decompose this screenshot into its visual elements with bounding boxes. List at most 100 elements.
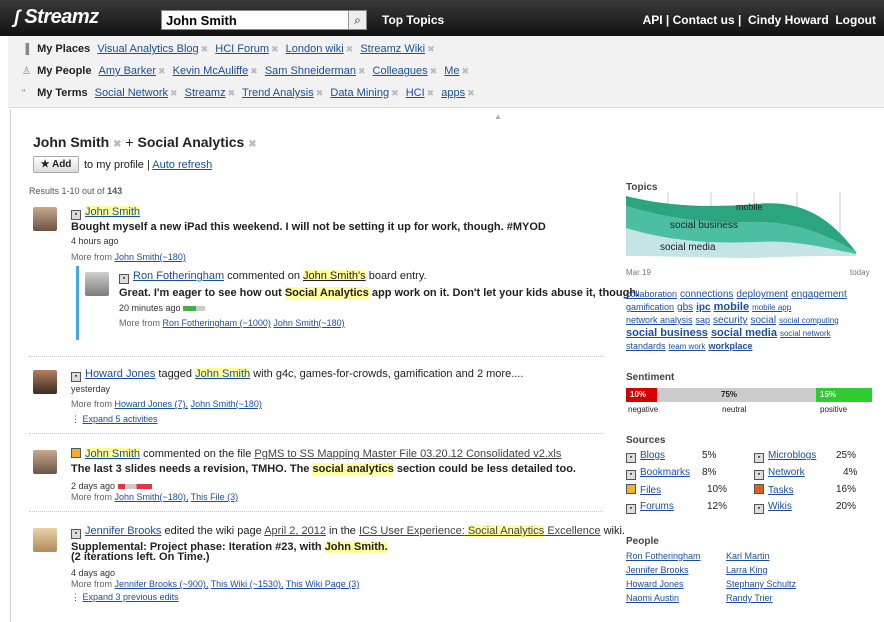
file-link[interactable]: PgMS to SS Mapping Master File 03.20.12 … bbox=[254, 448, 561, 460]
expand-link[interactable]: Expand 5 activities bbox=[83, 414, 158, 424]
wiki-page-link[interactable]: April 2, 2012 bbox=[264, 525, 326, 537]
more-from-link[interactable]: Jennifer Brooks (~900), bbox=[115, 579, 209, 589]
author-link[interactable]: John Smith bbox=[85, 448, 141, 460]
avatar[interactable] bbox=[33, 207, 57, 231]
person-item[interactable]: Me bbox=[444, 65, 459, 77]
source-item[interactable]: ▪ Wikis bbox=[754, 501, 792, 514]
add-button[interactable]: ★ Add bbox=[33, 156, 79, 173]
source-link[interactable]: Forums bbox=[640, 501, 674, 512]
topic-tag[interactable]: collaboration bbox=[626, 289, 677, 299]
topic-tag[interactable]: standards bbox=[626, 341, 666, 351]
remove-icon[interactable]: ✖ bbox=[427, 88, 435, 98]
person-link[interactable]: Randy Trier bbox=[726, 593, 773, 603]
term-item[interactable]: HCI bbox=[406, 87, 425, 99]
term-item[interactable]: Streamz bbox=[185, 87, 226, 99]
place-item[interactable]: London wiki bbox=[286, 43, 344, 55]
remove-icon[interactable]: ✖ bbox=[158, 66, 166, 76]
topic-tag[interactable]: social computing bbox=[779, 316, 839, 325]
topic-tag[interactable]: social media bbox=[711, 327, 777, 339]
topic-tag[interactable]: social business bbox=[626, 327, 708, 339]
topic-tag[interactable]: gamification bbox=[626, 302, 674, 312]
remove-icon[interactable]: ✖ bbox=[346, 44, 354, 54]
remove-icon[interactable]: ✖ bbox=[467, 88, 475, 98]
remove-icon[interactable]: ✖ bbox=[427, 44, 435, 54]
source-item[interactable]: ▪ Bookmarks bbox=[626, 467, 690, 480]
author-link[interactable]: Jennifer Brooks bbox=[85, 525, 161, 537]
remove-icon[interactable]: ✖ bbox=[461, 66, 469, 76]
more-from-link[interactable]: This File (3) bbox=[191, 492, 239, 502]
avatar[interactable] bbox=[85, 272, 109, 296]
person-link[interactable]: Stephany Schultz bbox=[726, 579, 796, 589]
author-link[interactable]: John Smith bbox=[85, 206, 141, 218]
person-link[interactable]: Karl Martin bbox=[726, 551, 770, 561]
more-from-link[interactable]: John Smith(~180), bbox=[115, 492, 189, 502]
person-item[interactable]: Sam Shneiderman bbox=[265, 65, 356, 77]
place-item[interactable]: Visual Analytics Blog bbox=[97, 43, 198, 55]
search-input[interactable] bbox=[161, 10, 367, 30]
more-from-link[interactable]: Ron Fotheringham (~1000) bbox=[163, 318, 271, 328]
more-from-link[interactable]: John Smith(~180) bbox=[273, 318, 344, 328]
person-link[interactable]: Larra King bbox=[726, 565, 768, 575]
more-from-link[interactable]: John Smith(~180) bbox=[115, 252, 186, 262]
person-link[interactable]: Ron Fotheringham bbox=[626, 551, 701, 561]
auto-refresh-link[interactable]: Auto refresh bbox=[152, 159, 212, 171]
source-link[interactable]: Blogs bbox=[640, 450, 665, 461]
person-item[interactable]: Colleagues bbox=[373, 65, 428, 77]
remove-icon[interactable]: ✖ bbox=[170, 88, 178, 98]
expand-edits[interactable]: ⋮ Expand 3 previous edits bbox=[71, 592, 179, 603]
source-link[interactable]: Bookmarks bbox=[640, 467, 690, 478]
remove-term-icon[interactable]: ✖ bbox=[113, 139, 121, 150]
topic-tag[interactable]: mobile bbox=[714, 301, 749, 313]
logout-link[interactable]: Logout bbox=[835, 13, 876, 27]
source-item[interactable]: ▪ Forums bbox=[626, 501, 674, 514]
remove-icon[interactable]: ✖ bbox=[228, 88, 236, 98]
source-link[interactable]: Files bbox=[640, 485, 661, 496]
topic-tag[interactable]: sap bbox=[696, 315, 711, 325]
place-item[interactable]: Streamz Wiki bbox=[360, 43, 425, 55]
topics-streamgraph[interactable]: mobile social business social media bbox=[626, 192, 878, 266]
more-from-link[interactable]: Howard Jones (7), bbox=[115, 399, 189, 409]
more-from-link[interactable]: This Wiki Page (3) bbox=[286, 579, 360, 589]
person-item[interactable]: Kevin McAuliffe bbox=[173, 65, 249, 77]
remove-icon[interactable]: ✖ bbox=[316, 88, 324, 98]
topic-tag[interactable]: mobile app bbox=[752, 303, 791, 312]
topic-tag[interactable]: gbs bbox=[677, 302, 693, 313]
author-link[interactable]: Howard Jones bbox=[85, 368, 155, 380]
source-link[interactable]: Microblogs bbox=[768, 450, 816, 461]
topic-tag[interactable]: security bbox=[713, 315, 747, 326]
remove-term-icon[interactable]: ✖ bbox=[248, 139, 256, 150]
term-item[interactable]: Social Network bbox=[95, 87, 168, 99]
more-from-link[interactable]: John Smith(~180) bbox=[191, 399, 262, 409]
topic-tag[interactable]: team work bbox=[669, 342, 706, 351]
source-item[interactable]: Tasks bbox=[754, 484, 794, 496]
topic-tag[interactable]: social network bbox=[780, 329, 831, 338]
source-item[interactable]: Files bbox=[626, 484, 661, 496]
source-item[interactable]: ▪ Blogs bbox=[626, 450, 665, 463]
commenter-link[interactable]: Ron Fotheringham bbox=[133, 270, 224, 282]
source-link[interactable]: Wikis bbox=[768, 501, 792, 512]
term-item[interactable]: Data Mining bbox=[330, 87, 389, 99]
person-link[interactable]: Jennifer Brooks bbox=[626, 565, 689, 575]
sentiment-neutral-bar[interactable]: 75% bbox=[657, 388, 816, 402]
topic-tag[interactable]: workplace bbox=[708, 341, 752, 351]
source-link[interactable]: Tasks bbox=[768, 485, 794, 496]
avatar[interactable] bbox=[33, 450, 57, 474]
remove-icon[interactable]: ✖ bbox=[271, 44, 279, 54]
top-topics-link[interactable]: Top Topics bbox=[382, 13, 444, 27]
topic-tag[interactable]: network analysis bbox=[626, 315, 693, 325]
person-link[interactable]: Howard Jones bbox=[626, 579, 684, 589]
target-link[interactable]: John Smith bbox=[195, 368, 251, 380]
expand-activities[interactable]: ⋮ Expand 5 activities bbox=[71, 414, 158, 425]
topic-tag[interactable]: deployment bbox=[736, 289, 788, 300]
person-link[interactable]: Naomi Austin bbox=[626, 593, 679, 603]
source-link[interactable]: Network bbox=[768, 467, 805, 478]
sentiment-negative-bar[interactable]: 10% bbox=[626, 388, 657, 402]
topic-tag[interactable]: engagement bbox=[791, 289, 847, 300]
topic-tag[interactable]: ipc bbox=[696, 302, 710, 313]
term-item[interactable]: Trend Analysis bbox=[242, 87, 314, 99]
search-icon[interactable]: ⌕ bbox=[348, 11, 366, 29]
topic-tag[interactable]: social bbox=[751, 315, 777, 326]
wiki-link[interactable]: ICS User Experience: Social Analytics Ex… bbox=[359, 525, 601, 537]
topic-tag[interactable]: connections bbox=[680, 289, 733, 300]
remove-icon[interactable]: ✖ bbox=[430, 66, 438, 76]
